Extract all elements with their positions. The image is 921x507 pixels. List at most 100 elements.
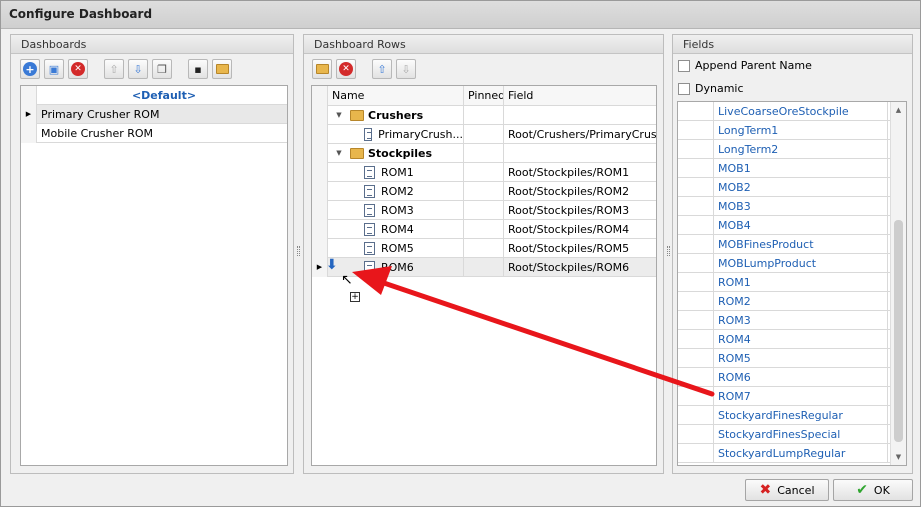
row-indicator-icon <box>312 124 328 144</box>
field-cell: Root/Stockpiles/ROM2 <box>508 184 630 198</box>
table-row[interactable]: ROM3 Root/Stockpiles/ROM3 <box>312 200 656 220</box>
add-child-button[interactable]: ▣ <box>44 59 64 79</box>
row-move-up-button[interactable]: ⇧ <box>372 59 392 79</box>
list-item[interactable]: Mobile Crusher ROM <box>21 123 287 143</box>
scroll-down-icon[interactable]: ▼ <box>891 449 906 465</box>
pinned-cell[interactable] <box>464 238 504 258</box>
add-icon: + <box>23 62 37 76</box>
field-cell: Root/Stockpiles/ROM1 <box>508 165 630 179</box>
list-item[interactable]: MOB1 <box>678 158 890 178</box>
add-dashboard-button[interactable]: + <box>20 59 40 79</box>
pinned-cell[interactable] <box>464 219 504 239</box>
dynamic-checkbox[interactable]: Dynamic <box>678 82 744 95</box>
pinned-cell[interactable] <box>464 162 504 182</box>
document-icon <box>364 241 375 255</box>
field-name: ROM6 <box>714 367 888 387</box>
field-name: ROM7 <box>714 386 888 406</box>
field-name: ROM2 <box>714 291 888 311</box>
list-item[interactable]: MOBFinesProduct <box>678 234 890 254</box>
list-item[interactable]: StockyardLumpRegular <box>678 443 890 463</box>
window-title: Configure Dashboard <box>1 1 920 29</box>
open-button[interactable] <box>212 59 232 79</box>
save-button[interactable]: ▪ <box>188 59 208 79</box>
drag-cursor-icon: ↖ <box>341 272 353 288</box>
pinned-cell[interactable] <box>464 181 504 201</box>
pinned-cell[interactable] <box>464 200 504 220</box>
list-item-default[interactable]: <Default> <box>21 85 287 105</box>
pinned-cell[interactable] <box>464 257 504 277</box>
open-row-button[interactable] <box>312 59 332 79</box>
expand-chevron-icon[interactable]: ▼ <box>332 111 346 119</box>
append-parent-label: Append Parent Name <box>695 59 812 72</box>
table-row[interactable]: ROM2 Root/Stockpiles/ROM2 <box>312 181 656 201</box>
dashboard-rows-header: Dashboard Rows <box>304 35 663 54</box>
group-name: Crushers <box>368 108 424 122</box>
move-down-button[interactable]: ⇩ <box>128 59 148 79</box>
ok-button[interactable]: ✔ OK <box>833 479 913 501</box>
ok-label: OK <box>873 483 890 497</box>
tree-group-row[interactable]: ▼ Stockpiles <box>312 143 656 163</box>
arrow-up-icon: ⇧ <box>109 62 119 76</box>
scrollbar-thumb[interactable] <box>894 220 903 442</box>
list-item[interactable]: ROM2 <box>678 291 890 311</box>
table-row[interactable]: PrimaryCrush... Root/Crushers/PrimaryCrus… <box>312 124 656 144</box>
splitter-grip[interactable] <box>297 246 300 256</box>
tree-group-row[interactable]: ▼ Crushers <box>312 105 656 125</box>
dashboard-rows-tree: Name Pinned Field ▼ Crushers PrimaryCrush.… <box>311 85 657 466</box>
delete-icon: ✕ <box>71 62 85 76</box>
expand-chevron-icon[interactable]: ▼ <box>332 149 346 157</box>
list-item[interactable]: ROM3 <box>678 310 890 330</box>
checkbox-box <box>678 82 690 95</box>
list-item[interactable]: ROM7 <box>678 386 890 406</box>
list-item[interactable]: ROM6 <box>678 367 890 387</box>
checkbox-box <box>678 59 690 72</box>
scroll-up-icon[interactable]: ▲ <box>891 102 906 118</box>
column-field[interactable]: Field <box>504 86 656 106</box>
pinned-cell[interactable] <box>464 124 504 144</box>
configure-dashboard-window: Configure Dashboard Dashboards + ▣ ✕ ⇧ ⇩… <box>0 0 921 507</box>
dynamic-label: Dynamic <box>695 82 744 95</box>
list-item[interactable]: StockyardFinesRegular <box>678 405 890 425</box>
table-row[interactable]: ROM5 Root/Stockpiles/ROM5 <box>312 238 656 258</box>
field-name: MOB1 <box>714 158 888 178</box>
table-row[interactable]: ▶ ROM6 Root/Stockpiles/ROM6 <box>312 257 656 277</box>
row-name: ROM3 <box>381 203 414 217</box>
table-row[interactable]: ROM1 Root/Stockpiles/ROM1 <box>312 162 656 182</box>
delete-row-button[interactable]: ✕ <box>336 59 356 79</box>
move-up-button[interactable]: ⇧ <box>104 59 124 79</box>
pinned-cell[interactable] <box>464 143 504 163</box>
list-item[interactable]: StockyardFinesSpecial <box>678 424 890 444</box>
list-item[interactable]: ROM1 <box>678 272 890 292</box>
dashboard-name: Primary Crusher ROM <box>41 107 160 121</box>
list-item[interactable]: ROM5 <box>678 348 890 368</box>
field-name: StockyardFinesRegular <box>714 405 888 425</box>
table-row[interactable]: ROM4 Root/Stockpiles/ROM4 <box>312 219 656 239</box>
column-pinned[interactable]: Pinned <box>464 85 504 106</box>
column-name[interactable]: Name <box>328 85 464 106</box>
fields-scrollbar[interactable]: ▲ ▼ <box>890 102 906 465</box>
field-name: ROM4 <box>714 329 888 349</box>
list-item[interactable]: LongTerm1 <box>678 120 890 140</box>
list-item[interactable]: ▶ Primary Crusher ROM <box>21 104 287 124</box>
splitter-grip[interactable] <box>667 246 670 256</box>
list-item[interactable]: MOBLumpProduct <box>678 253 890 273</box>
list-item[interactable]: ROM4 <box>678 329 890 349</box>
document-icon <box>364 127 373 141</box>
pinned-cell[interactable] <box>464 105 504 125</box>
copy-button[interactable]: ❐ <box>152 59 172 79</box>
list-item[interactable]: LongTerm2 <box>678 139 890 159</box>
document-icon <box>364 203 375 217</box>
list-item[interactable]: MOB4 <box>678 215 890 235</box>
field-name: ROM3 <box>714 310 888 330</box>
field-name: MOB3 <box>714 196 888 216</box>
list-item[interactable]: LiveCoarseOreStockpile <box>678 102 890 121</box>
document-icon <box>364 260 375 274</box>
list-item[interactable]: MOB3 <box>678 196 890 216</box>
tree-header: Name Pinned Field <box>312 85 656 106</box>
list-item[interactable]: MOB2 <box>678 177 890 197</box>
field-cell <box>504 106 656 125</box>
append-parent-checkbox[interactable]: Append Parent Name <box>678 59 812 72</box>
row-move-down-button[interactable]: ⇩ <box>396 59 416 79</box>
delete-dashboard-button[interactable]: ✕ <box>68 59 88 79</box>
cancel-button[interactable]: ✖ Cancel <box>745 479 829 501</box>
